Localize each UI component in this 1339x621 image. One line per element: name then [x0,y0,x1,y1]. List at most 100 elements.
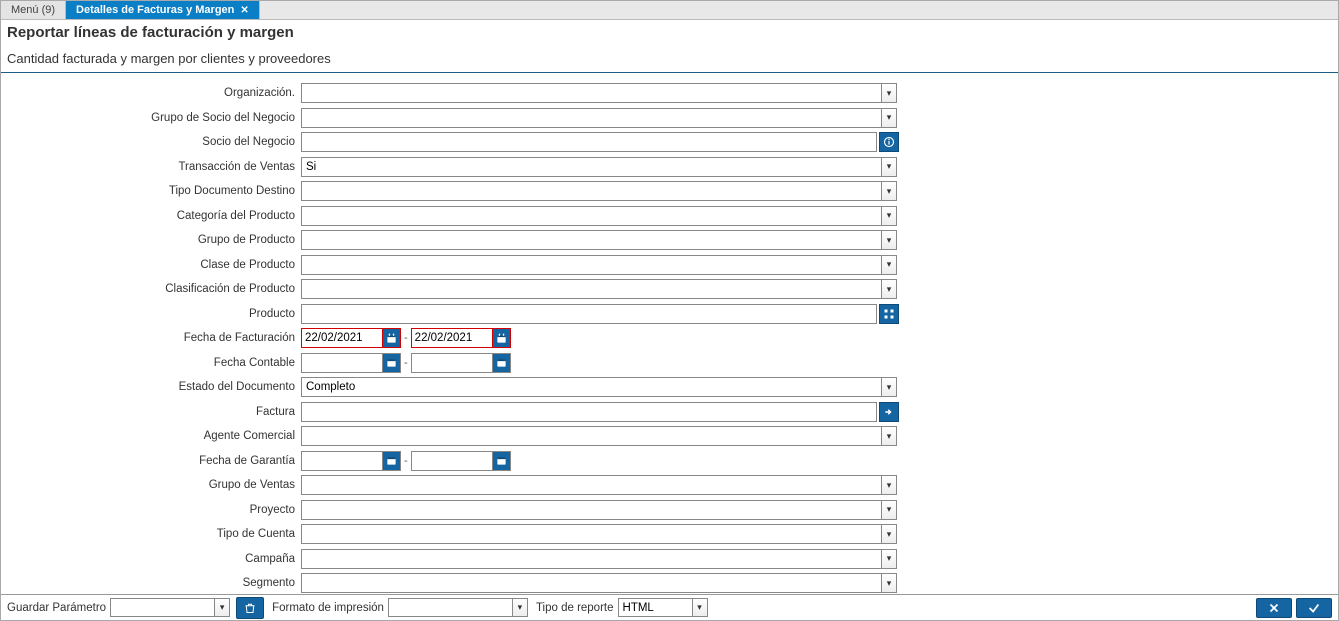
label-formato-impresion: Formato de impresión [272,602,384,614]
label-categoria-producto: Categoría del Producto [1,210,301,222]
grupo-producto-input[interactable] [301,230,897,250]
clasificacion-producto-input[interactable] [301,279,897,299]
clase-producto-input[interactable] [301,255,897,275]
proyecto-dropdown-icon[interactable]: ▾ [881,500,897,520]
label-socio: Socio del Negocio [1,136,301,148]
label-clasificacion-producto: Clasificación de Producto [1,283,301,295]
categoria-producto-dropdown-icon[interactable]: ▾ [881,206,897,226]
confirm-button[interactable] [1296,598,1332,618]
close-tab-icon[interactable]: ✕ [240,5,248,16]
estado-documento-input[interactable] [301,377,897,397]
grupo-producto-dropdown-icon[interactable]: ▾ [881,230,897,250]
label-agente-comercial: Agente Comercial [1,430,301,442]
formato-impresion-dropdown-icon[interactable]: ▾ [512,598,528,617]
close-icon [1267,601,1281,615]
fecha-facturacion-from-calendar-button[interactable] [383,328,401,348]
info-icon [883,136,895,148]
label-fecha-garantia: Fecha de Garantía [1,455,301,467]
guardar-parametro-input[interactable] [110,598,230,617]
formato-impresion-input[interactable] [388,598,528,617]
page-header: Reportar líneas de facturación y margen [1,20,1338,43]
report-form: Organización. ▾ Grupo de Socio del Negoc… [1,77,1332,594]
producto-lookup-button[interactable] [879,304,899,324]
campana-dropdown-icon[interactable]: ▾ [881,549,897,569]
tipo-doc-destino-input[interactable] [301,181,897,201]
fecha-facturacion-from-wrap [301,328,401,348]
factura-lookup-button[interactable] [879,402,899,422]
tipo-doc-destino-dropdown-icon[interactable]: ▾ [881,181,897,201]
fecha-contable-to-wrap [411,353,511,373]
check-icon [1307,601,1321,615]
label-grupo-socio: Grupo de Socio del Negocio [1,112,301,124]
formato-impresion-field: ▾ [388,598,528,617]
grupo-socio-dropdown-icon[interactable]: ▾ [881,108,897,128]
grupo-ventas-input[interactable] [301,475,897,495]
fecha-garantia-to-calendar-button[interactable] [493,451,511,471]
calendar-icon [386,357,397,368]
guardar-parametro-dropdown-icon[interactable]: ▾ [214,598,230,617]
segmento-input[interactable] [301,573,897,593]
trash-icon [244,602,256,614]
form-scroll-area[interactable]: Organización. ▾ Grupo de Socio del Negoc… [1,77,1338,594]
footer-bar: Guardar Parámetro ▾ Formato de impresión… [1,594,1338,620]
fecha-facturacion-to-calendar-button[interactable] [493,328,511,348]
label-transaccion-ventas: Transacción de Ventas [1,161,301,173]
cancel-button[interactable] [1256,598,1292,618]
label-estado-documento: Estado del Documento [1,381,301,393]
calendar-icon [496,357,507,368]
producto-input[interactable] [301,304,877,324]
date-range-separator: - [401,332,411,344]
agente-comercial-input[interactable] [301,426,897,446]
fecha-facturacion-to-input[interactable] [411,328,493,348]
date-range-separator: - [401,357,411,369]
guardar-parametro-field: ▾ [110,598,230,617]
fecha-facturacion-from-input[interactable] [301,328,383,348]
tipo-reporte-dropdown-icon[interactable]: ▾ [692,598,708,617]
fecha-garantia-to-input[interactable] [411,451,493,471]
label-clase-producto: Clase de Producto [1,259,301,271]
label-organizacion: Organización. [1,87,301,99]
grupo-ventas-dropdown-icon[interactable]: ▾ [881,475,897,495]
tab-detalles[interactable]: Detalles de Facturas y Margen ✕ [66,1,260,19]
fecha-garantia-from-input[interactable] [301,451,383,471]
organizacion-dropdown-icon[interactable]: ▾ [881,83,897,103]
agente-comercial-dropdown-icon[interactable]: ▾ [881,426,897,446]
segmento-dropdown-icon[interactable]: ▾ [881,573,897,593]
proyecto-input[interactable] [301,500,897,520]
label-grupo-ventas: Grupo de Ventas [1,479,301,491]
clase-producto-dropdown-icon[interactable]: ▾ [881,255,897,275]
delete-parametro-button[interactable] [236,597,264,619]
clasificacion-producto-dropdown-icon[interactable]: ▾ [881,279,897,299]
tipo-cuenta-input[interactable] [301,524,897,544]
page-title: Reportar líneas de facturación y margen [7,24,1332,41]
campana-input[interactable] [301,549,897,569]
tab-detalles-label: Detalles de Facturas y Margen [76,4,234,16]
socio-input[interactable] [301,132,877,152]
grupo-socio-input[interactable] [301,108,897,128]
tipo-cuenta-dropdown-icon[interactable]: ▾ [881,524,897,544]
label-tipo-reporte: Tipo de reporte [536,602,614,614]
socio-lookup-button[interactable] [879,132,899,152]
organizacion-input[interactable] [301,83,897,103]
label-tipo-doc-destino: Tipo Documento Destino [1,185,301,197]
transaccion-ventas-input[interactable] [301,157,897,177]
footer-actions [1256,598,1334,618]
factura-input[interactable] [301,402,877,422]
label-proyecto: Proyecto [1,504,301,516]
estado-documento-dropdown-icon[interactable]: ▾ [881,377,897,397]
categoria-producto-input[interactable] [301,206,897,226]
fecha-garantia-from-calendar-button[interactable] [383,451,401,471]
tipo-reporte-field: ▾ [618,598,708,617]
fecha-contable-to-input[interactable] [411,353,493,373]
calendar-icon [496,455,507,466]
transaccion-ventas-dropdown-icon[interactable]: ▾ [881,157,897,177]
tab-bar: Menú (9) Detalles de Facturas y Margen ✕ [1,1,1338,20]
tab-menu[interactable]: Menú (9) [1,1,66,19]
divider [1,72,1338,73]
tab-menu-label: Menú (9) [11,4,55,16]
label-guardar-parametro: Guardar Parámetro [7,602,106,614]
fecha-contable-from-input[interactable] [301,353,383,373]
calendar-icon [496,333,507,344]
fecha-contable-from-calendar-button[interactable] [383,353,401,373]
fecha-contable-to-calendar-button[interactable] [493,353,511,373]
